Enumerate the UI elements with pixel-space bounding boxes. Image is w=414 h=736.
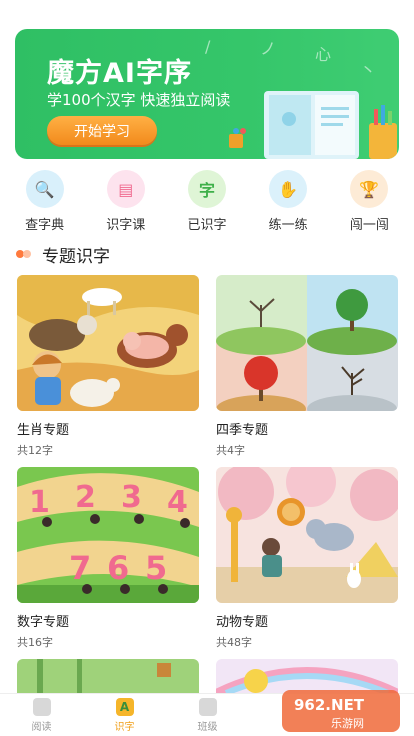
quicknav-challenge[interactable]: 🏆 闯一闯 (334, 170, 404, 240)
topic-card-seasons[interactable]: 四季专题 共4字 (216, 275, 398, 458)
topic-count: 共12字 (17, 444, 53, 457)
zodiac-illustration (17, 275, 199, 411)
svg-text:乐游网: 乐游网 (331, 717, 364, 730)
topic-count: 共4字 (216, 444, 245, 457)
svg-text:962.NET: 962.NET (294, 696, 365, 714)
topic-card-zodiac[interactable]: 生肖专题 共12字 (17, 275, 199, 458)
digit-mark: 2 (75, 480, 96, 515)
numbers-illustration: 1 2 3 4 7 6 5 (17, 467, 199, 603)
learned-char-icon: 字 (187, 170, 226, 208)
banner-subtitle: 学100个汉字 快速独立阅读 (47, 91, 231, 109)
quicknav-learned[interactable]: 字 已识字 (172, 170, 242, 240)
quicknav-label: 闯一闯 (349, 218, 389, 233)
start-learning-button[interactable]: 开始学习 (47, 116, 157, 145)
quicknav-label: 已识字 (187, 218, 227, 233)
decoration-symbol: 心 (315, 45, 332, 64)
animals-illustration (216, 467, 398, 603)
watermark-logo: 962.NET 乐游网 (282, 690, 400, 732)
quick-nav: 🔍 查字典 ▤ 识字课 字 已识字 ✋ 练一练 🏆 闯一闯 (0, 170, 414, 240)
seasons-illustration (216, 275, 398, 411)
forest-illustration (17, 659, 199, 693)
topic-count: 共48字 (216, 636, 252, 649)
reading-icon (32, 697, 51, 716)
tab-label: 阅读 (31, 721, 52, 733)
topic-name: 数字专题 (17, 615, 70, 630)
topic-name: 生肖专题 (17, 423, 70, 438)
quicknav-label: 查字典 (25, 218, 65, 233)
decoration-symbol: ノ (260, 39, 277, 58)
book-illustration (229, 91, 397, 159)
tab-literacy[interactable]: A 识字 (83, 694, 166, 736)
quicknav-label: 识字课 (106, 218, 146, 233)
tab-label: 识字 (114, 721, 135, 733)
digit-mark: 4 (167, 485, 188, 520)
practice-hand-icon: ✋ (269, 170, 308, 208)
topic-name: 动物专题 (216, 615, 269, 630)
literacy-icon: A (115, 697, 134, 716)
section-title: 专题识字 (42, 246, 110, 267)
topic-count: 共16字 (17, 636, 53, 649)
trophy-icon: 🏆 (350, 170, 389, 208)
promo-banner[interactable]: / ノ 心 丶 魔方AI字序 学100个汉字 快速独立阅读 开始学习 (15, 29, 399, 159)
lesson-book-icon: ▤ (106, 170, 145, 208)
tab-label: 班级 (197, 721, 218, 733)
decoration-symbol: / (205, 37, 211, 56)
topic-card-partial-left[interactable] (17, 659, 199, 693)
quicknav-label: 练一练 (268, 218, 308, 233)
topic-card-numbers[interactable]: 1 2 3 4 7 6 5 数字专题 共16字 (17, 467, 199, 650)
digit-mark: 1 (29, 485, 50, 520)
section-dots-icon (16, 249, 34, 259)
banner-title: 魔方AI字序 (47, 58, 192, 89)
topic-name: 四季专题 (216, 423, 269, 438)
quicknav-lesson[interactable]: ▤ 识字课 (91, 170, 161, 240)
quicknav-practice[interactable]: ✋ 练一练 (253, 170, 323, 240)
decoration-symbol: 丶 (360, 61, 377, 80)
section-header: 专题识字 (16, 242, 110, 267)
tab-class[interactable]: 班级 (166, 694, 249, 736)
topic-card-animals[interactable]: 动物专题 共48字 (216, 467, 398, 650)
digit-mark: 5 (145, 549, 167, 587)
dictionary-icon: 🔍 (25, 170, 64, 208)
digit-mark: 6 (107, 549, 129, 587)
tab-reading[interactable]: 阅读 (0, 694, 83, 736)
digit-mark: 3 (121, 480, 142, 515)
digit-mark: 7 (69, 549, 91, 587)
class-icon (198, 697, 217, 716)
quicknav-dictionary[interactable]: 🔍 查字典 (10, 170, 80, 240)
